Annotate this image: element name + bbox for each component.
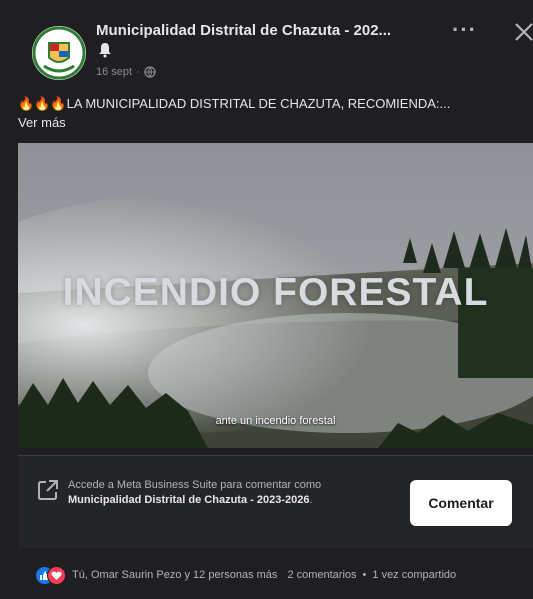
separator: • [362, 569, 367, 581]
comment-cta-box: Accede a Meta Business Suite para coment… [18, 455, 533, 548]
video-caption: ante un incendio forestal [215, 415, 336, 427]
close-icon[interactable] [512, 20, 533, 44]
reaction-icons[interactable] [36, 566, 66, 584]
external-link-icon [38, 480, 58, 500]
page-avatar[interactable] [32, 26, 86, 80]
post-header: Municipalidad Distrital de Chazuta - 202… [0, 0, 533, 90]
fire-emoji-icons: 🔥🔥🔥 [18, 96, 67, 111]
page-name-link[interactable]: Municipalidad Distrital de Chazuta - 202… [96, 22, 426, 39]
post-text-body: LA MUNICIPALIDAD DISTRITAL DE CHAZUTA, R… [66, 96, 451, 111]
overlay-title: INCENDIO FORESTAL [62, 271, 489, 314]
shares-count[interactable]: 1 vez compartido [372, 569, 456, 581]
post-text: 🔥🔥🔥LA MUNICIPALIDAD DISTRITAL DE CHAZUTA… [18, 96, 533, 112]
bell-icon [99, 43, 111, 58]
reaction-names[interactable]: Tú, Omar Saurin Pezo y 12 personas más [72, 569, 277, 581]
cta-page-name: Municipalidad Distrital de Chazuta - 202… [68, 494, 310, 506]
comment-button[interactable]: Comentar [410, 480, 512, 526]
post-date[interactable]: 16 sept [96, 66, 132, 78]
see-more-link[interactable]: Ver más [18, 115, 66, 130]
more-options-icon[interactable]: ··· [452, 19, 484, 46]
post-meta: 16 sept · [96, 66, 156, 78]
globe-icon [144, 66, 156, 78]
post-image[interactable]: INCENDIO FORESTAL ante un incendio fores… [18, 143, 533, 448]
love-icon [47, 566, 66, 584]
cta-text: Accede a Meta Business Suite para coment… [68, 479, 322, 506]
comments-count[interactable]: 2 comentarios [287, 569, 356, 581]
reactions-bar: Tú, Omar Saurin Pezo y 12 personas más 2… [36, 566, 533, 584]
